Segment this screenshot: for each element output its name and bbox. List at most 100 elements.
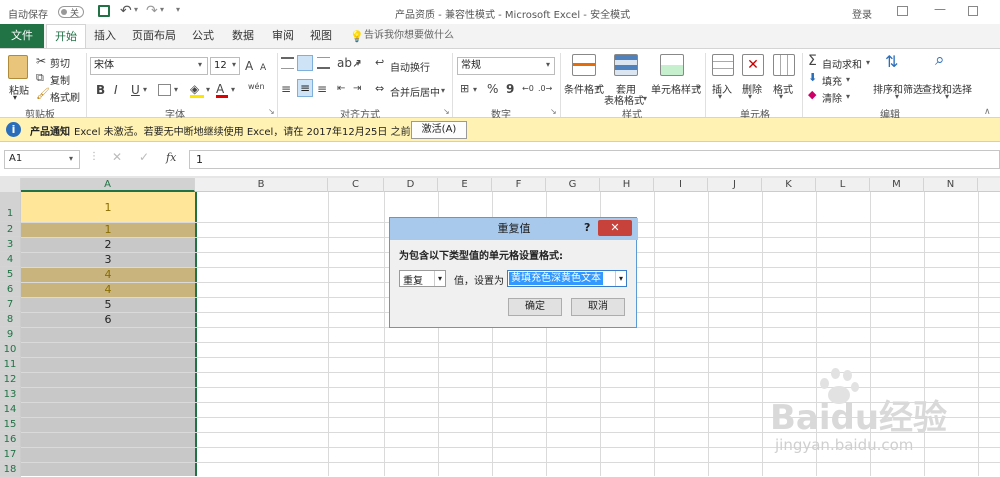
cut-button[interactable]: 剪切 bbox=[50, 55, 70, 70]
row-header-14[interactable]: 14 bbox=[0, 402, 21, 417]
column-header-H[interactable]: H bbox=[600, 178, 654, 192]
tab-formulas[interactable]: 公式 bbox=[186, 24, 220, 48]
accounting-dropdown-icon[interactable]: ▾ bbox=[473, 85, 477, 94]
number-format-dropdown-icon[interactable]: ▾ bbox=[546, 60, 550, 69]
paste-icon[interactable] bbox=[8, 55, 28, 79]
number-format-select[interactable]: 常规 bbox=[457, 57, 555, 75]
delete-cells-dropdown-icon[interactable]: ▾ bbox=[748, 92, 752, 101]
column-header-I[interactable]: I bbox=[654, 178, 708, 192]
middle-align-icon[interactable] bbox=[297, 55, 313, 71]
borders-icon[interactable] bbox=[158, 84, 171, 96]
merge-center-dropdown-icon[interactable]: ▾ bbox=[441, 86, 445, 95]
row-header-15[interactable]: 15 bbox=[0, 417, 21, 432]
underline-button[interactable]: U bbox=[131, 83, 140, 97]
top-align-icon[interactable] bbox=[281, 57, 294, 69]
merge-center-icon[interactable]: ⇔ bbox=[375, 82, 384, 96]
cell-A7[interactable]: 5 bbox=[21, 297, 195, 312]
row-header-6[interactable]: 6 bbox=[0, 282, 21, 297]
cell-A3[interactable]: 2 bbox=[21, 237, 195, 252]
row-header-1[interactable]: 1 bbox=[0, 192, 21, 222]
delete-cells-icon[interactable]: ✕ bbox=[742, 54, 764, 76]
insert-function-icon[interactable]: fx bbox=[166, 151, 176, 164]
column-header-B[interactable]: B bbox=[195, 178, 328, 192]
save-icon[interactable] bbox=[98, 5, 110, 17]
tab-page-layout[interactable]: 页面布局 bbox=[128, 24, 180, 48]
activate-button[interactable]: 激活(A) bbox=[411, 121, 467, 139]
row-header-11[interactable]: 11 bbox=[0, 357, 21, 372]
customize-qat-icon[interactable]: ▾ bbox=[176, 5, 180, 14]
cell-A6[interactable]: 4 bbox=[21, 282, 195, 297]
select-all-corner[interactable] bbox=[0, 178, 21, 192]
formula-input[interactable]: 1 bbox=[189, 150, 1000, 169]
fill-icon[interactable]: ⬇ bbox=[808, 71, 817, 85]
rule-type-select[interactable]: 重复 ▾ bbox=[399, 270, 446, 287]
cell-A1[interactable]: 1 bbox=[21, 200, 195, 215]
cancel-entry-icon[interactable]: ✕ bbox=[112, 150, 122, 164]
undo-icon[interactable]: ↶ bbox=[120, 3, 132, 19]
tab-insert[interactable]: 插入 bbox=[88, 24, 122, 48]
close-icon[interactable]: ✕ bbox=[598, 220, 632, 236]
percent-style-button[interactable]: % bbox=[487, 82, 498, 96]
format-as-table-icon[interactable] bbox=[614, 54, 638, 76]
tab-review[interactable]: 审阅 bbox=[266, 24, 300, 48]
format-painter-button[interactable]: 格式刷 bbox=[50, 89, 80, 104]
column-header-F[interactable]: F bbox=[492, 178, 546, 192]
increase-decimal-icon[interactable]: ←0 bbox=[522, 82, 534, 96]
help-icon[interactable]: ? bbox=[584, 221, 590, 234]
cancel-button[interactable]: 取消 bbox=[571, 298, 625, 316]
name-box-dropdown-icon[interactable]: ▾ bbox=[69, 154, 73, 163]
autosum-button[interactable]: 自动求和 bbox=[822, 56, 862, 71]
insert-cells-dropdown-icon[interactable]: ▾ bbox=[718, 92, 722, 101]
find-select-icon[interactable]: ⌕ bbox=[935, 52, 945, 69]
align-center-icon[interactable]: ≡ bbox=[297, 79, 313, 97]
font-size-dropdown-icon[interactable]: ▾ bbox=[232, 60, 236, 69]
row-header-18[interactable]: 18 bbox=[0, 462, 21, 477]
format-style-select[interactable]: 黄填充色深黄色文本 ▾ bbox=[507, 270, 627, 287]
orientation-dropdown-icon[interactable]: ▾ bbox=[356, 59, 360, 68]
cell-A2[interactable]: 1 bbox=[21, 222, 195, 237]
bottom-align-icon[interactable] bbox=[317, 57, 330, 69]
row-header-4[interactable]: 4 bbox=[0, 252, 21, 267]
format-as-table-dropdown-icon[interactable]: ▾ bbox=[643, 94, 647, 103]
font-dialog-launcher-icon[interactable]: ↘ bbox=[268, 107, 275, 116]
column-header-J[interactable]: J bbox=[708, 178, 762, 192]
copy-icon[interactable]: ⧉ bbox=[36, 71, 44, 85]
merge-center-button[interactable]: 合并后居中 bbox=[390, 84, 440, 99]
alignment-dialog-launcher-icon[interactable]: ↘ bbox=[443, 107, 450, 116]
autosum-icon[interactable]: Σ bbox=[808, 54, 817, 68]
row-header-16[interactable]: 16 bbox=[0, 432, 21, 447]
tab-data[interactable]: 数据 bbox=[226, 24, 260, 48]
tab-file[interactable]: 文件 bbox=[0, 24, 44, 48]
cell-A8[interactable]: 6 bbox=[21, 312, 195, 327]
column-header-C[interactable]: C bbox=[328, 178, 384, 192]
format-as-table-line2[interactable]: 表格格式 bbox=[604, 92, 644, 107]
clear-icon[interactable]: ◆ bbox=[808, 88, 816, 102]
increase-indent-icon[interactable]: ⇥ bbox=[353, 82, 361, 96]
format-painter-icon[interactable]: 🖌 bbox=[36, 87, 50, 101]
cell-A5[interactable]: 4 bbox=[21, 267, 195, 282]
font-name-select[interactable]: 宋体 bbox=[90, 57, 208, 75]
bold-button[interactable]: B bbox=[96, 83, 105, 97]
row-header-5[interactable]: 5 bbox=[0, 267, 21, 282]
autosum-dropdown-icon[interactable]: ▾ bbox=[866, 58, 870, 67]
redo-icon[interactable]: ↷ bbox=[146, 3, 158, 19]
cell-styles-button[interactable]: 单元格样式 bbox=[651, 81, 701, 96]
decrease-font-size-icon[interactable]: A bbox=[260, 61, 266, 75]
column-header-L[interactable]: L bbox=[816, 178, 870, 192]
fill-button[interactable]: 填充 bbox=[822, 73, 842, 88]
cut-icon[interactable]: ✂ bbox=[36, 54, 46, 68]
column-header-N[interactable]: N bbox=[924, 178, 978, 192]
column-header-D[interactable]: D bbox=[384, 178, 438, 192]
column-header-G[interactable]: G bbox=[546, 178, 600, 192]
restore-icon[interactable] bbox=[968, 6, 978, 16]
enter-entry-icon[interactable]: ✓ bbox=[139, 150, 149, 164]
number-dialog-launcher-icon[interactable]: ↘ bbox=[550, 107, 557, 116]
clear-button[interactable]: 清除 bbox=[822, 90, 842, 105]
conditional-formatting-icon[interactable] bbox=[572, 54, 596, 76]
font-color-dropdown-icon[interactable]: ▾ bbox=[231, 85, 235, 94]
redo-dropdown-icon[interactable]: ▾ bbox=[160, 5, 164, 14]
column-header-E[interactable]: E bbox=[438, 178, 492, 192]
phonetic-icon[interactable]: wén bbox=[248, 82, 265, 91]
align-right-icon[interactable]: ≡ bbox=[317, 82, 327, 96]
conditional-formatting-dropdown-icon[interactable]: ▾ bbox=[596, 83, 600, 92]
